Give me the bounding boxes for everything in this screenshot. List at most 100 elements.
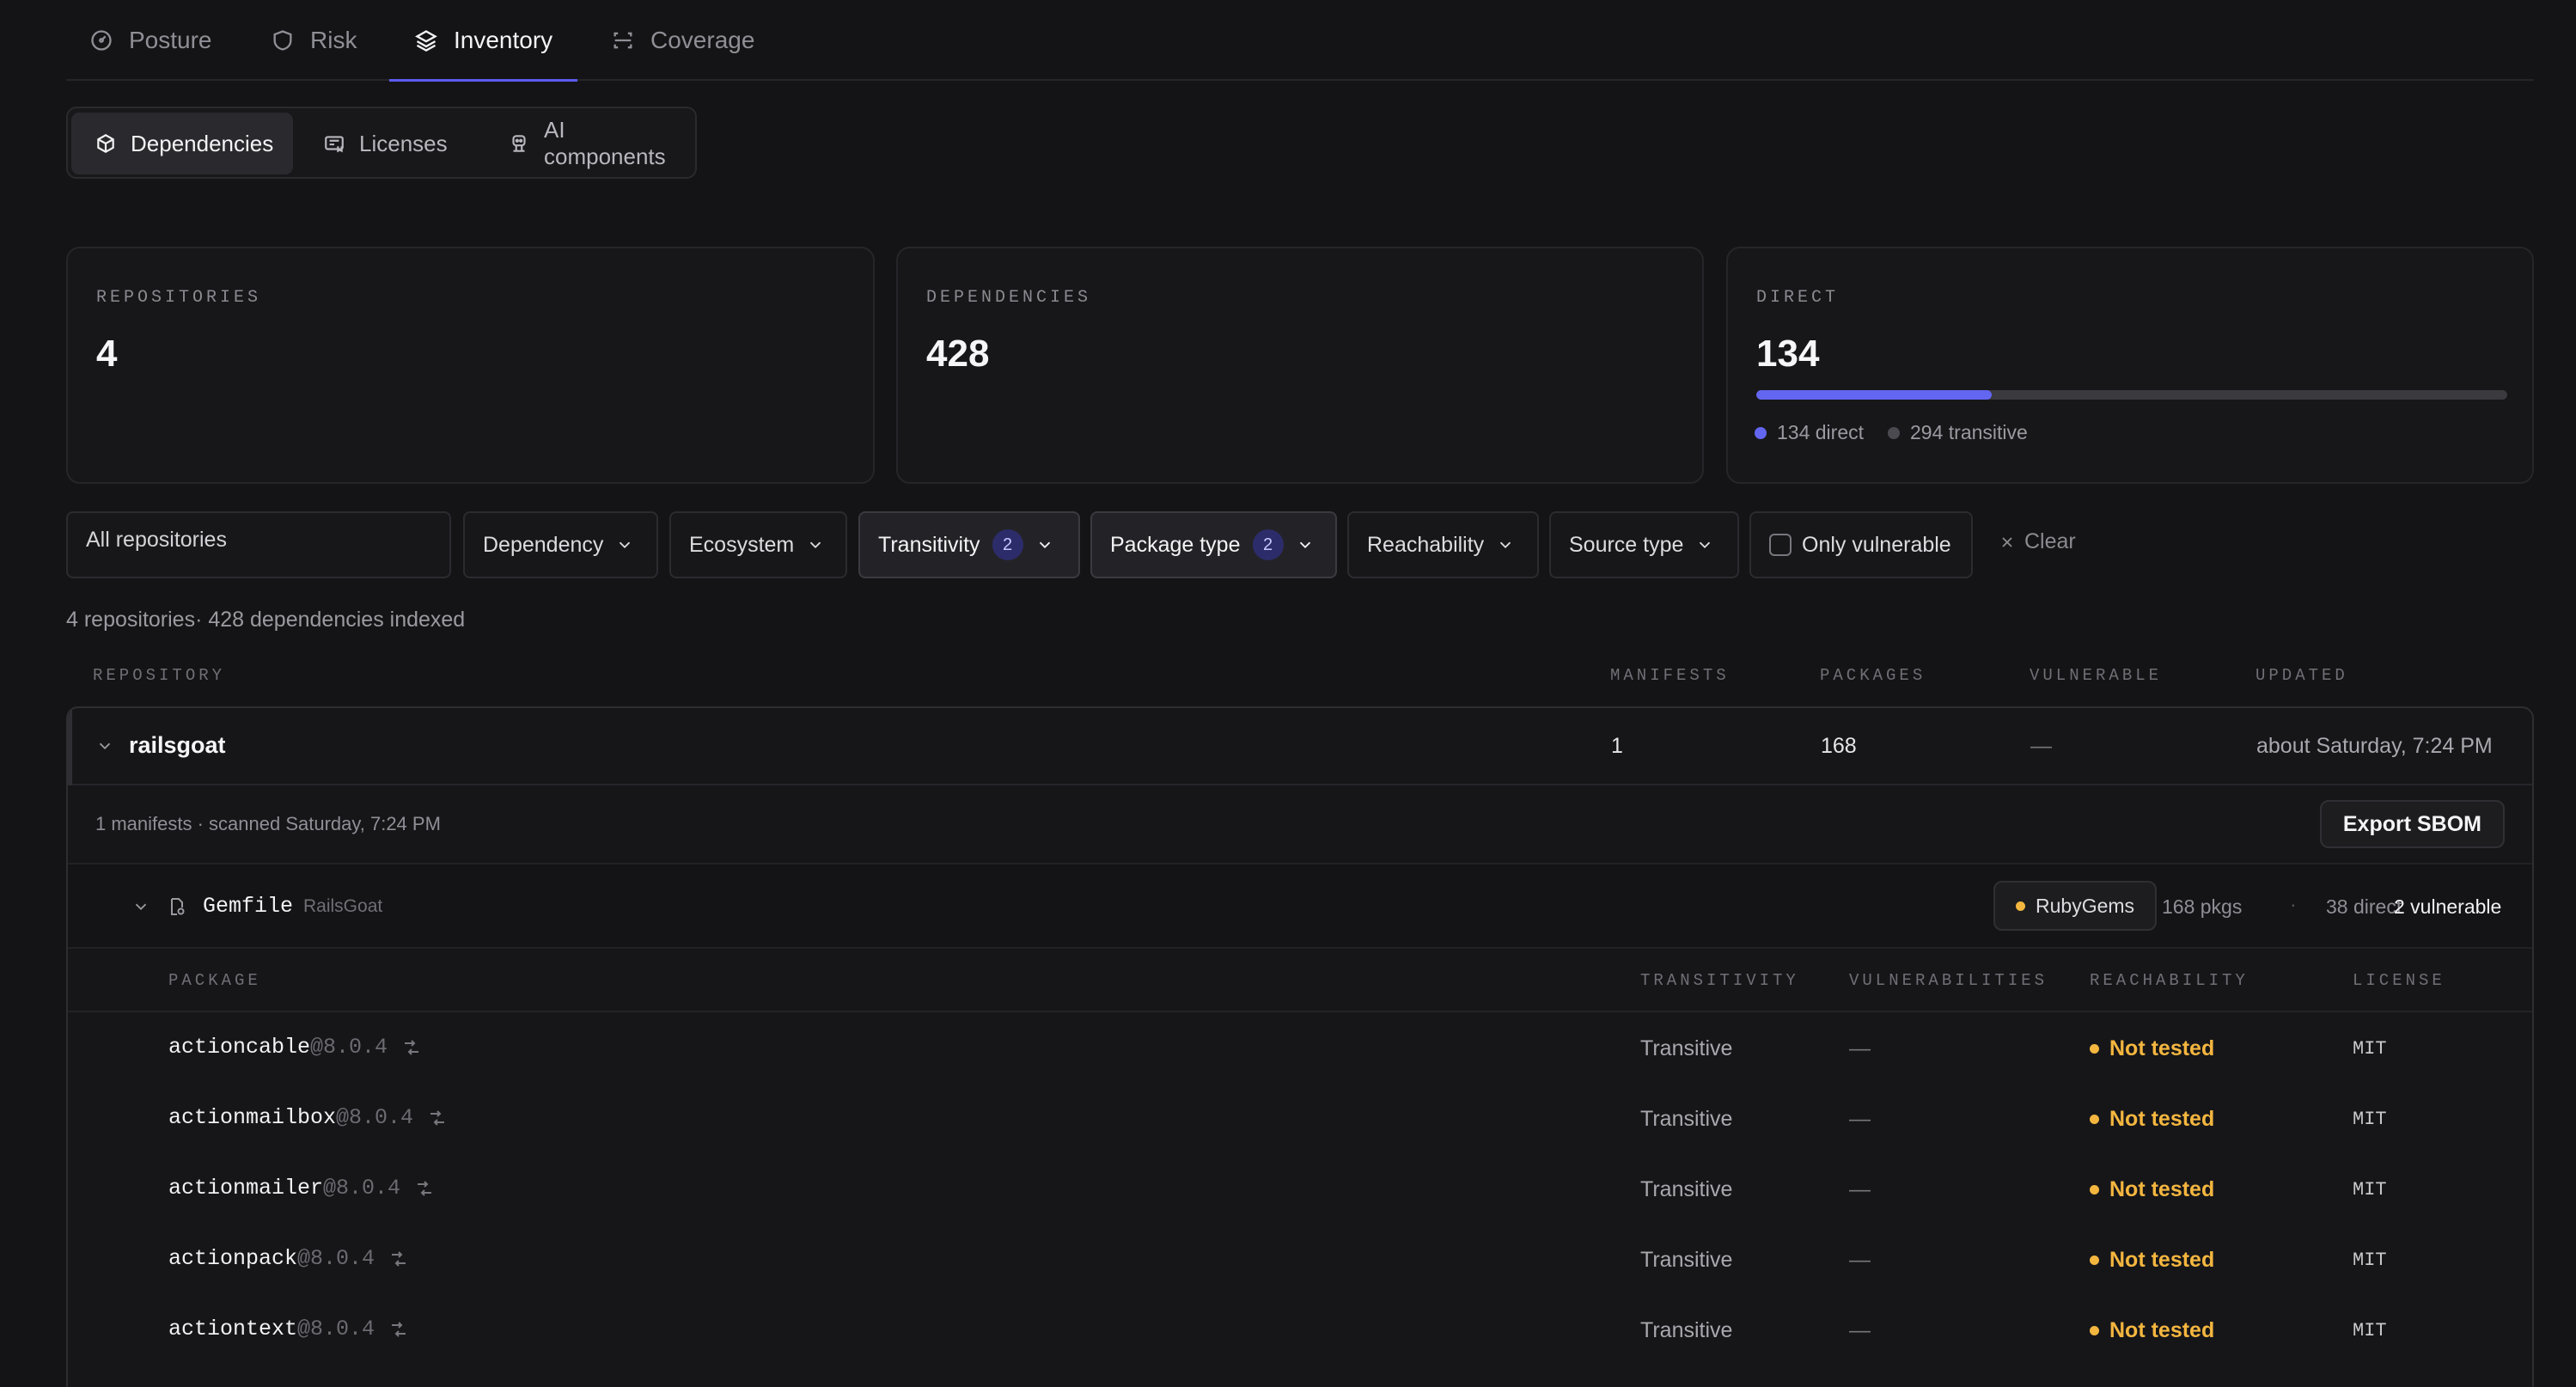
column-header-transitivity: TRANSITIVITY (1640, 971, 1799, 990)
package-transitivity: Transitive (1640, 1318, 1733, 1342)
package-version: @8.0.4 (297, 1246, 375, 1271)
repository-name: railsgoat (129, 732, 226, 758)
package-version: @8.0.4 (310, 1035, 388, 1060)
package-name[interactable]: actioncable @8.0.4 (168, 1035, 422, 1060)
filter-dependency[interactable]: Dependency (463, 511, 658, 578)
package-name[interactable]: actionpack @8.0.4 (168, 1246, 409, 1271)
package-table-header: PACKAGE TRANSITIVITY VULNERABILITIES REA… (68, 949, 2532, 1012)
transitive-path-icon[interactable] (401, 1037, 422, 1058)
package-vulnerabilities: — (1849, 1107, 1871, 1131)
package-row[interactable]: actiontext @8.0.4 Transitive — Not tested… (68, 1296, 2532, 1366)
export-sbom-button[interactable]: Export SBOM (2319, 800, 2505, 848)
reachability-label: Not tested (2109, 1177, 2215, 1201)
manifest-pkg-count: 168 pkgs (2162, 895, 2243, 918)
filter-label: Dependency (483, 532, 604, 557)
package-row[interactable]: actionpack @8.0.4 Transitive — Not tested… (68, 1225, 2532, 1296)
chevron-down-icon (1035, 535, 1054, 554)
clear-label: Clear (2024, 529, 2076, 553)
tab-inventory[interactable]: Inventory (389, 0, 578, 82)
tab-label: Coverage (650, 26, 755, 53)
package-name-label: actionmailer (168, 1176, 324, 1201)
legend-direct: 134 direct (1755, 421, 1864, 444)
shield-icon (271, 28, 295, 52)
status-dot-icon (2090, 1256, 2099, 1265)
tab-label: Posture (129, 26, 212, 53)
package-license: MIT (2353, 1250, 2387, 1271)
reachability-label: Not tested (2109, 1318, 2215, 1342)
stat-card-direct: DIRECT 134 (1726, 247, 2534, 484)
repository-row[interactable]: railsgoat 1 168 — about Saturday, 7:24 P… (68, 708, 2532, 785)
ecosystem-label: RubyGems (2036, 894, 2135, 917)
package-row[interactable]: actioncable @8.0.4 Transitive — Not teste… (68, 1014, 2532, 1085)
filter-package-type[interactable]: Package type 2 (1090, 511, 1337, 578)
package-version: @8.0.4 (297, 1317, 375, 1341)
manifest-row[interactable]: Gemfile RailsGoat RubyGems 168 pkgs · 38… (68, 863, 2532, 949)
transitive-path-icon[interactable] (414, 1178, 435, 1199)
filter-label: Package type (1110, 532, 1241, 557)
repository-vulnerable: — (2030, 734, 2052, 758)
sub-tab-label: Licenses (359, 130, 448, 156)
layers-icon (414, 28, 438, 52)
package-license: MIT (2353, 1109, 2387, 1130)
repository-packages: 168 (1821, 734, 1857, 758)
tab-posture[interactable]: Posture (89, 0, 212, 80)
package-name-label: actionmailbox (168, 1105, 337, 1130)
ecosystem-dot-icon (2016, 901, 2025, 911)
results-summary: 4 repositories· 428 dependencies indexed (66, 608, 466, 632)
chevron-down-icon[interactable] (95, 736, 114, 755)
filter-label: Transitivity (878, 532, 980, 557)
manifest-file-icon (167, 896, 187, 917)
license-icon (323, 132, 345, 155)
status-dot-icon (2090, 1044, 2099, 1054)
tab-coverage[interactable]: Coverage (611, 0, 754, 80)
chevron-down-icon (615, 535, 634, 554)
gauge-icon (89, 28, 113, 52)
filter-label: Source type (1569, 532, 1684, 557)
filter-label: Reachability (1367, 532, 1485, 557)
repository-panel: railsgoat 1 168 — about Saturday, 7:24 P… (66, 706, 2534, 1387)
chevron-down-icon[interactable] (131, 897, 150, 916)
package-vulnerabilities: — (1849, 1318, 1871, 1342)
scan-info: 1 manifests · scanned Saturday, 7:24 PM (95, 813, 441, 834)
legend-transitive-label: 294 transitive (1910, 421, 2028, 443)
column-header-reachability: REACHABILITY (2090, 971, 2249, 990)
transitive-path-icon[interactable] (388, 1249, 409, 1269)
sub-tab-ai-components[interactable]: AI components (485, 113, 695, 174)
package-reachability: Not tested (2090, 1036, 2214, 1061)
package-license: MIT (2353, 1038, 2387, 1060)
clear-filters-button[interactable]: Clear (1999, 529, 2076, 554)
legend-transitive: 294 transitive (1888, 421, 2028, 444)
repository-select-value: All repositories (86, 528, 227, 552)
filter-transitivity[interactable]: Transitivity 2 (858, 511, 1080, 578)
package-transitivity: Transitive (1640, 1248, 1733, 1272)
only-vulnerable-toggle[interactable]: Only vulnerable (1749, 511, 1973, 578)
transitive-path-icon[interactable] (388, 1319, 409, 1340)
package-row[interactable]: actionmailbox @8.0.4 Transitive — Not tes… (68, 1085, 2532, 1155)
status-dot-icon (2090, 1185, 2099, 1195)
repository-select[interactable]: All repositories (66, 511, 451, 578)
stat-label: DEPENDENCIES (926, 288, 1092, 308)
inventory-sub-tabs: Dependencies Licenses AI components (66, 107, 697, 179)
package-name[interactable]: actionmailer @8.0.4 (168, 1176, 435, 1201)
tab-risk[interactable]: Risk (271, 0, 357, 80)
filter-source-type[interactable]: Source type (1549, 511, 1739, 578)
package-name-label: actionpack (168, 1246, 298, 1271)
filter-ecosystem[interactable]: Ecosystem (669, 511, 847, 578)
package-vulnerabilities: — (1849, 1177, 1871, 1201)
package-reachability: Not tested (2090, 1177, 2214, 1202)
filter-count-badge: 2 (992, 529, 1023, 560)
close-icon (1999, 534, 2016, 551)
column-header-vulnerabilities: VULNERABILITIES (1849, 971, 2048, 990)
package-name-label: actioncable (168, 1035, 311, 1060)
sub-tab-licenses[interactable]: Licenses (300, 113, 471, 174)
sub-tab-dependencies[interactable]: Dependencies (71, 113, 293, 174)
package-name[interactable]: actiontext @8.0.4 (168, 1317, 409, 1341)
transitive-path-icon[interactable] (427, 1108, 448, 1128)
filter-reachability[interactable]: Reachability (1347, 511, 1539, 578)
package-name[interactable]: actionmailbox @8.0.4 (168, 1105, 448, 1130)
stat-card-dependencies: DEPENDENCIES 428 (896, 247, 1704, 484)
column-header-manifests: MANIFESTS (1610, 666, 1730, 685)
package-row[interactable]: actionmailer @8.0.4 Transitive — Not test… (68, 1155, 2532, 1225)
only-vulnerable-checkbox[interactable] (1769, 534, 1792, 556)
separator-dot: · (2290, 893, 2297, 915)
